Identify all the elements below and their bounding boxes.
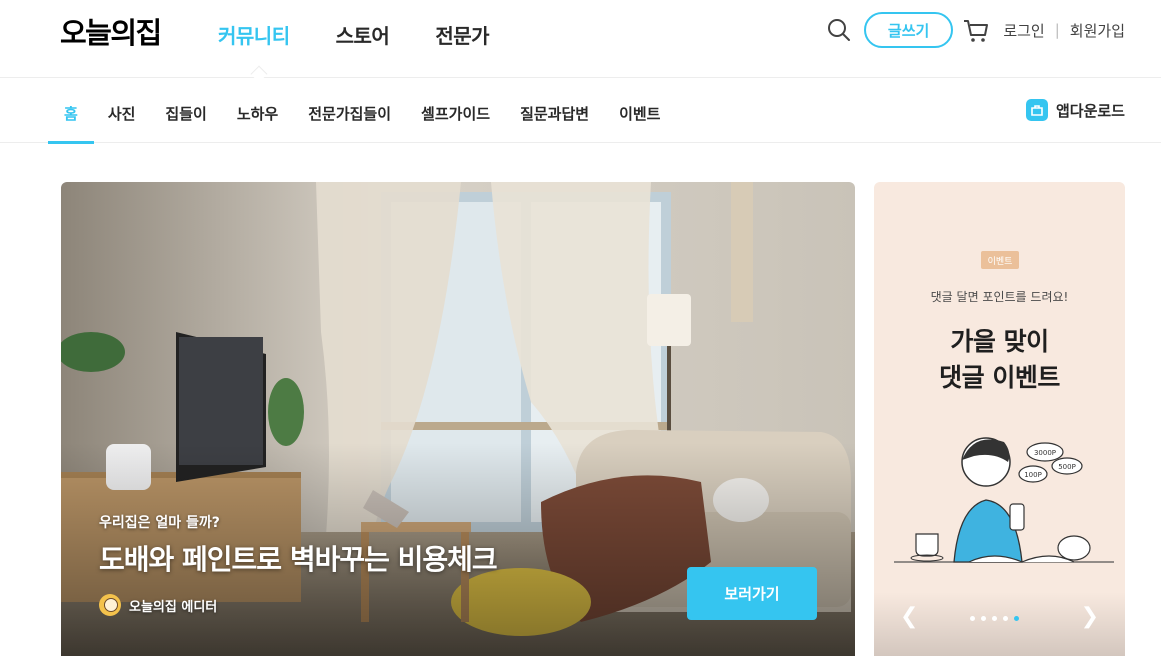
main-nav: 커뮤니티 스토어 전문가 (218, 20, 490, 49)
logo[interactable]: 오늘의집 (60, 10, 162, 52)
main-nav-store[interactable]: 스토어 (336, 20, 390, 49)
top-header: 오늘의집 커뮤니티 스토어 전문가 글쓰기 로그인 | 회원가입 (0, 0, 1161, 83)
signup-link[interactable]: 회원가입 (1070, 20, 1125, 41)
search-icon[interactable] (826, 17, 852, 43)
carousel-dot-active[interactable] (1014, 616, 1019, 621)
cart-icon[interactable] (961, 15, 991, 45)
sub-nav-events[interactable]: 이벤트 (619, 103, 660, 124)
bubble-label-100: 100P (1024, 471, 1042, 479)
write-button[interactable]: 글쓰기 (863, 12, 954, 48)
event-title-line-1: 가을 맞이 (950, 327, 1049, 356)
sub-nav: 홈 사진 집들이 노하우 전문가집들이 셀프가이드 질문과답변 이벤트 앱다운로… (0, 79, 1161, 144)
sub-nav-photos[interactable]: 사진 (108, 103, 136, 124)
main-nav-expert[interactable]: 전문가 (435, 20, 489, 49)
app-download-icon (1025, 99, 1048, 121)
app-download-label: 앱다운로드 (1055, 101, 1125, 120)
chevron-right-icon[interactable]: ❯ (1081, 604, 1099, 629)
bubble-label-3000: 3000P (1034, 449, 1056, 457)
sub-nav-self-guide[interactable]: 셀프가이드 (421, 103, 490, 124)
auth-divider: | (1054, 21, 1060, 39)
main-nav-community[interactable]: 커뮤니티 (218, 20, 290, 49)
carousel-dot[interactable] (970, 616, 975, 621)
auth-links: 로그인 | 회원가입 (1003, 20, 1125, 41)
event-illustration: 3000P 500P 100P (894, 437, 1114, 563)
login-link[interactable]: 로그인 (1003, 20, 1044, 41)
carousel-dot[interactable] (1003, 616, 1008, 621)
event-subtitle: 댓글 달면 포인트를 드려요! (930, 290, 1069, 304)
sub-nav-expert-housewarming[interactable]: 전문가집들이 (308, 103, 391, 124)
chevron-left-icon[interactable]: ❮ (900, 604, 918, 629)
event-badge: 이벤트 (981, 251, 1019, 269)
event-banner[interactable]: 이벤트 댓글 달면 포인트를 드려요! 가을 맞이 댓글 이벤트 3000P 5… (874, 182, 1125, 656)
app-download-link[interactable]: 앱다운로드 (1025, 99, 1125, 121)
author-avatar (99, 594, 121, 616)
sub-nav-knowhow[interactable]: 노하우 (237, 103, 278, 124)
sub-nav-housewarming[interactable]: 집들이 (165, 103, 206, 124)
hero-author: 오늘의집 에디터 (99, 594, 217, 616)
carousel-dots (970, 616, 1019, 621)
carousel-dot[interactable] (981, 616, 986, 621)
hero-title[interactable]: 도배와 페인트로 벽바꾸는 비용체크 (99, 538, 498, 578)
hero-subtitle: 우리집은 얼마 들까? (99, 515, 220, 531)
view-more-button[interactable]: 보러가기 (687, 567, 817, 620)
event-title-line-2: 댓글 이벤트 (939, 363, 1060, 392)
event-title: 가을 맞이 댓글 이벤트 (874, 324, 1125, 396)
sub-nav-home[interactable]: 홈 (48, 103, 94, 144)
sub-nav-qna[interactable]: 질문과답변 (520, 103, 589, 124)
bubble-label-500: 500P (1058, 463, 1076, 471)
carousel-dot[interactable] (992, 616, 997, 621)
author-name: 오늘의집 에디터 (129, 599, 218, 615)
header-tools: 글쓰기 로그인 | 회원가입 (826, 12, 1125, 48)
hero-banner[interactable]: 우리집은 얼마 들까? 도배와 페인트로 벽바꾸는 비용체크 오늘의집 에디터 … (61, 182, 855, 656)
